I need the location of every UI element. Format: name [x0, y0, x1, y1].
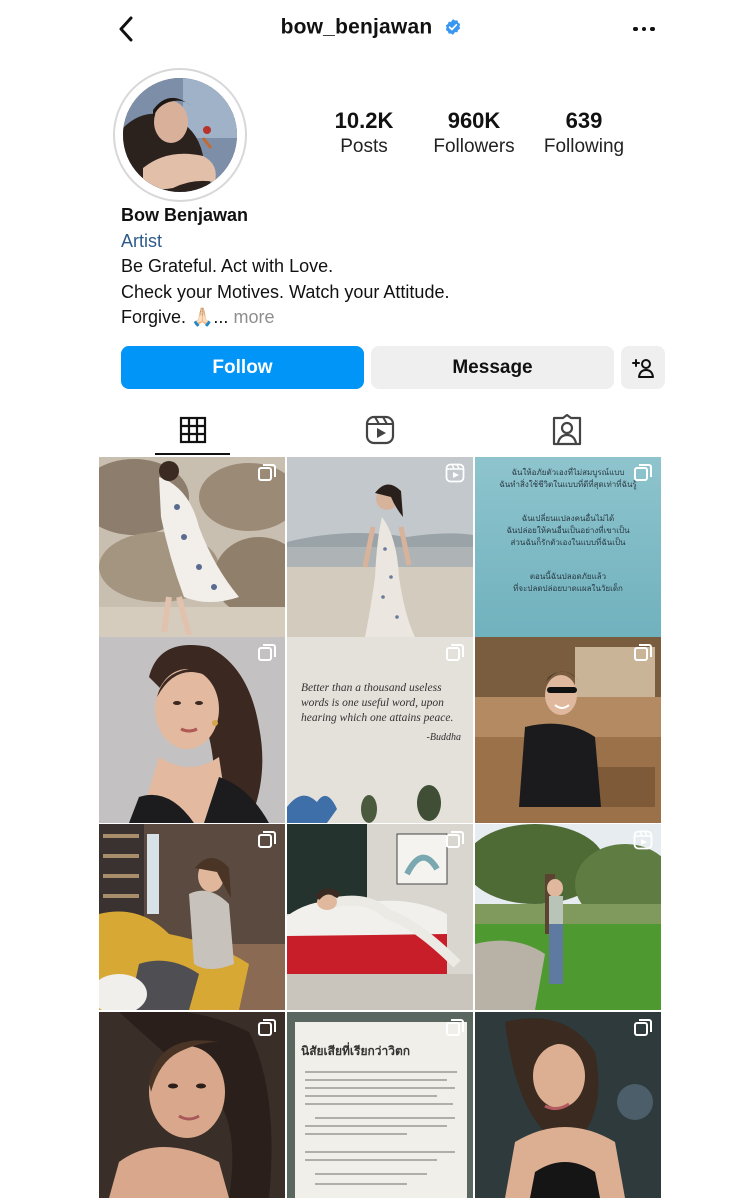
post-thumbnail[interactable]	[99, 824, 285, 1010]
top-bar: bow_benjawan	[0, 0, 743, 60]
more-options-button[interactable]	[628, 18, 660, 40]
post-thumbnail[interactable]: Better than a thousand useless words is …	[287, 637, 473, 823]
carousel-icon	[634, 1019, 652, 1036]
reel-icon	[633, 830, 653, 850]
avatar-ring[interactable]	[113, 68, 247, 202]
bio-line: Be Grateful. Act with Love.	[121, 256, 334, 276]
post-thumbnail[interactable]	[287, 824, 473, 1010]
username-label: bow_benjawan	[280, 15, 433, 39]
posts-count: 10.2K	[334, 108, 394, 133]
followers-count: 960K	[447, 108, 501, 133]
posts-label: Posts	[340, 136, 388, 157]
bio-line: Forgive. 🙏🏻...	[121, 307, 229, 327]
carousel-icon	[258, 1019, 276, 1036]
stat-followers[interactable]: 960K Followers	[426, 108, 522, 160]
message-button[interactable]: Message	[371, 346, 614, 389]
following-count: 639	[565, 108, 603, 133]
carousel-icon	[446, 644, 464, 661]
followers-label: Followers	[433, 136, 515, 157]
category-label[interactable]: Artist	[121, 229, 681, 255]
post-thumbnail[interactable]	[99, 457, 285, 643]
stat-following[interactable]: 639 Following	[538, 108, 630, 160]
add-user-icon	[632, 358, 654, 378]
post-thumbnail[interactable]: ฉันให้อภัยตัวเองที่ไม่สมบูรณ์แบบ ฉันทำสิ…	[475, 457, 661, 643]
tagged-icon	[552, 414, 581, 446]
reel-icon	[445, 463, 465, 483]
following-label: Following	[543, 136, 625, 157]
display-name: Bow Benjawan	[121, 205, 249, 225]
bio-line: Check your Motives. Watch your Attitude.	[121, 281, 450, 302]
carousel-icon	[258, 644, 276, 661]
add-user-button[interactable]	[621, 346, 665, 389]
post-thumbnail[interactable]	[475, 1012, 661, 1198]
tab-grid[interactable]	[99, 405, 286, 455]
avatar	[123, 78, 237, 192]
carousel-icon	[634, 644, 652, 661]
post-thumbnail[interactable]	[475, 824, 661, 1010]
grid-icon	[179, 416, 206, 444]
post-thumbnail[interactable]: นิสัยเสียที่เรียกว่าวิตก	[287, 1012, 473, 1198]
posts-grid: ฉันให้อภัยตัวเองที่ไม่สมบูรณ์แบบ ฉันทำสิ…	[99, 457, 661, 1200]
bio-line-last: Forgive. 🙏🏻... more	[121, 305, 681, 331]
post-thumbnail[interactable]	[99, 637, 285, 823]
profile-bio: Bow Benjawan Artist Be Grateful. Act wit…	[121, 203, 681, 331]
tab-reels[interactable]	[286, 405, 473, 455]
post-thumbnail[interactable]	[475, 637, 661, 823]
post-text-overlay: ฉันให้อภัยตัวเองที่ไม่สมบูรณ์แบบ ฉันทำสิ…	[499, 468, 637, 593]
post-quote: Better than a thousand useless words is …	[301, 682, 461, 743]
post-thumbnail[interactable]	[287, 457, 473, 643]
carousel-icon	[634, 464, 652, 481]
stat-posts[interactable]: 10.2K Posts	[326, 108, 402, 160]
more-horizontal-icon	[633, 26, 638, 32]
follow-button[interactable]: Follow	[121, 346, 364, 389]
post-book-title: นิสัยเสียที่เรียกว่าวิตก	[301, 1044, 411, 1058]
carousel-icon	[258, 831, 276, 848]
more-link[interactable]: more	[233, 307, 274, 327]
reels-icon	[365, 415, 394, 445]
profile-tabs	[99, 405, 661, 455]
verified-badge-icon	[446, 19, 461, 36]
tab-tagged[interactable]	[473, 405, 660, 455]
carousel-icon	[446, 1019, 464, 1036]
post-thumbnail[interactable]	[99, 1012, 285, 1198]
carousel-icon	[446, 831, 464, 848]
carousel-icon	[258, 464, 276, 481]
